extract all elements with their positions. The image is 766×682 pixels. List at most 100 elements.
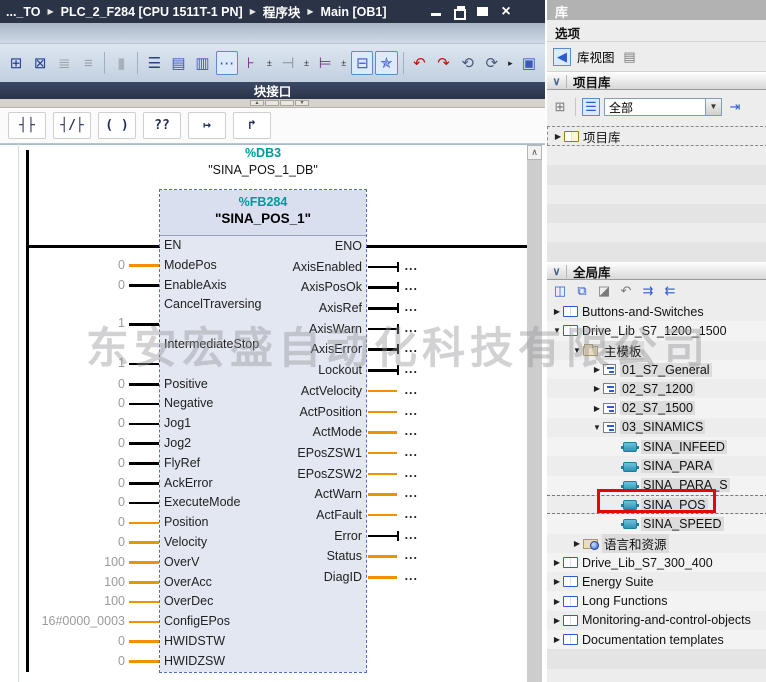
output-operand-placeholder[interactable]: ... <box>405 507 418 521</box>
ladder-canvas[interactable]: %DB3 "SINA_POS_1_DB" %FB284 "SINA_POS_1"… <box>0 144 545 682</box>
expander-icon[interactable]: ▶ <box>552 132 564 141</box>
collapse-global-library-icon[interactable]: ∨ <box>547 265 567 278</box>
export-library-icon[interactable]: ⇉ <box>639 282 657 300</box>
coil-variants-icon[interactable]: ⊨ <box>314 51 336 75</box>
input-operand-value[interactable]: 0 <box>118 476 125 490</box>
tree-item-01-s7-general[interactable]: ▶01_S7_General <box>547 360 766 379</box>
expander-icon[interactable]: ▶ <box>591 384 603 393</box>
insert-network-icon[interactable]: ⊞ <box>5 51 27 75</box>
project-library-header[interactable]: ∨ 项目库 <box>547 72 766 90</box>
tree-item-sina-pos[interactable]: SINA_POS <box>547 495 766 514</box>
output-operand-placeholder[interactable]: ... <box>405 445 418 459</box>
expander-icon[interactable]: ▶ <box>591 365 603 374</box>
library-view-icon[interactable]: ◀ <box>553 48 571 66</box>
output-operand-placeholder[interactable]: ... <box>405 259 418 273</box>
tree-item-energy-suite[interactable]: ▶Energy Suite <box>547 572 766 591</box>
input-operand-value[interactable]: 0 <box>118 258 125 272</box>
open-branch-icon[interactable]: ↦ <box>188 112 226 139</box>
output-operand-placeholder[interactable]: ... <box>405 466 418 480</box>
breadcrumb-item[interactable]: Main [OB1] <box>321 5 387 19</box>
new-global-library-icon[interactable]: ◫ <box>551 282 569 300</box>
splitter-handle[interactable] <box>265 100 279 106</box>
tree-item-sina-para[interactable]: SINA_PARA <box>547 456 766 475</box>
empty-box-icon[interactable]: ?? <box>143 112 181 139</box>
comments-display-icon[interactable]: ⋯ <box>216 51 238 75</box>
expander-icon[interactable]: ▶ <box>551 307 563 316</box>
expander-icon[interactable]: ▶ <box>551 616 563 625</box>
input-operand-value[interactable]: 0 <box>118 278 125 292</box>
previous-error-icon[interactable]: ↶ <box>408 51 430 75</box>
network-title-icon[interactable]: ▤ <box>167 51 189 75</box>
tree-item-主模板[interactable]: ▼主模板 <box>547 341 766 360</box>
upload-consistency-icon[interactable]: ⟲ <box>457 51 479 75</box>
interface-splitter[interactable]: ▲ ▼ <box>0 99 545 108</box>
input-operand-value[interactable]: 0 <box>118 515 125 529</box>
delete-network-icon[interactable]: ⊠ <box>29 51 51 75</box>
coil-variants-dropdown[interactable]: ± <box>338 51 349 75</box>
splitter-down-button[interactable]: ▼ <box>295 100 309 106</box>
tree-item-project-library[interactable]: ▶项目库 <box>547 126 766 146</box>
output-operand-placeholder[interactable]: ... <box>405 362 418 376</box>
output-operand-placeholder[interactable]: ... <box>405 383 418 397</box>
input-operand-value[interactable]: 0 <box>118 654 125 668</box>
output-operand-placeholder[interactable]: ... <box>405 548 418 562</box>
input-operand-value[interactable]: 1 <box>118 356 125 370</box>
branch-display-icon[interactable]: ⊟ <box>351 51 373 75</box>
close-button[interactable]: × <box>499 5 513 18</box>
expander-icon[interactable]: ▼ <box>571 346 583 355</box>
editor-layout-icon[interactable]: ▣ <box>518 51 540 75</box>
fb-call-block[interactable]: %FB284 "SINA_POS_1" ENModePos0EnableAxis… <box>160 190 366 672</box>
remove-box-input-dropdown[interactable]: ± <box>301 51 312 75</box>
coil-icon[interactable]: ( ) <box>98 112 136 139</box>
expander-icon[interactable]: ▶ <box>571 539 583 548</box>
input-operand-value[interactable]: 16#0000_0003 <box>42 614 125 628</box>
input-operand-value[interactable]: 1 <box>118 316 125 330</box>
input-operand-value[interactable]: 0 <box>118 436 125 450</box>
update-block-calls-icon[interactable]: ✯ <box>375 51 397 75</box>
expander-icon[interactable]: ▶ <box>591 404 603 413</box>
open-library-view-icon[interactable]: ⇥ <box>726 98 744 116</box>
input-operand-value[interactable]: 0 <box>118 495 125 509</box>
input-operand-value[interactable]: 0 <box>118 535 125 549</box>
minimize-button[interactable] <box>430 5 444 18</box>
tree-item-sina-infeed[interactable]: SINA_INFEED <box>547 437 766 456</box>
output-operand-placeholder[interactable]: ... <box>405 569 418 583</box>
restore-button[interactable] <box>453 5 467 18</box>
insert-box-input-icon[interactable]: ⊦ <box>240 51 262 75</box>
breadcrumb-item[interactable]: PLC_2_F284 [CPU 1511T-1 PN] <box>61 5 243 19</box>
tree-item-02-s7-1500[interactable]: ▶02_S7_1500 <box>547 398 766 417</box>
input-operand-value[interactable]: 100 <box>104 555 125 569</box>
tree-item-drive-lib-s7-300-400[interactable]: ▶Drive_Lib_S7_300_400 <box>547 553 766 572</box>
output-operand-placeholder[interactable]: ... <box>405 279 418 293</box>
expander-icon[interactable]: ▶ <box>551 635 563 644</box>
expander-icon[interactable]: ▼ <box>591 423 603 432</box>
tree-item-03-sinamics[interactable]: ▼03_SINAMICS <box>547 418 766 437</box>
save-global-library-icon[interactable]: ◪ <box>595 282 613 300</box>
expander-icon[interactable]: ▶ <box>551 558 563 567</box>
scroll-up-button[interactable]: ∧ <box>527 145 542 160</box>
tree-item-02-s7-1200[interactable]: ▶02_S7_1200 <box>547 379 766 398</box>
splitter-up-button[interactable]: ▲ <box>250 100 264 106</box>
output-operand-placeholder[interactable]: ... <box>405 404 418 418</box>
collapse-project-library-icon[interactable]: ∨ <box>547 75 567 88</box>
expander-icon[interactable]: ▶ <box>551 577 563 586</box>
library-filter-combobox[interactable]: 全部 ▼ <box>604 98 722 116</box>
splitter-handle2[interactable] <box>280 100 294 106</box>
expander-icon[interactable]: ▼ <box>551 326 563 335</box>
tree-item-monitoring-and-control-objects[interactable]: ▶Monitoring-and-control-objects <box>547 611 766 630</box>
remove-box-input-icon[interactable]: ⊣ <box>277 51 299 75</box>
block-interface-bar[interactable]: 块接口 <box>0 82 545 99</box>
output-operand-placeholder[interactable]: ... <box>405 528 418 542</box>
operand-representation-icon[interactable]: ☰ <box>143 51 165 75</box>
expander-icon[interactable]: ▶ <box>551 597 563 606</box>
download-consistency-icon[interactable]: ⟳ <box>481 51 503 75</box>
output-operand-placeholder[interactable]: ... <box>405 321 418 335</box>
global-library-header[interactable]: ∨ 全局库 <box>547 262 766 280</box>
contact-closed-icon[interactable]: ┤/├ <box>53 112 91 139</box>
input-operand-value[interactable]: 0 <box>118 377 125 391</box>
open-global-library-icon[interactable]: ⧉ <box>573 282 591 300</box>
input-operand-value[interactable]: 100 <box>104 594 125 608</box>
breadcrumb-item[interactable]: 程序块 <box>263 2 301 21</box>
contact-open-icon[interactable]: ┤├ <box>8 112 46 139</box>
input-operand-value[interactable]: 0 <box>118 456 125 470</box>
